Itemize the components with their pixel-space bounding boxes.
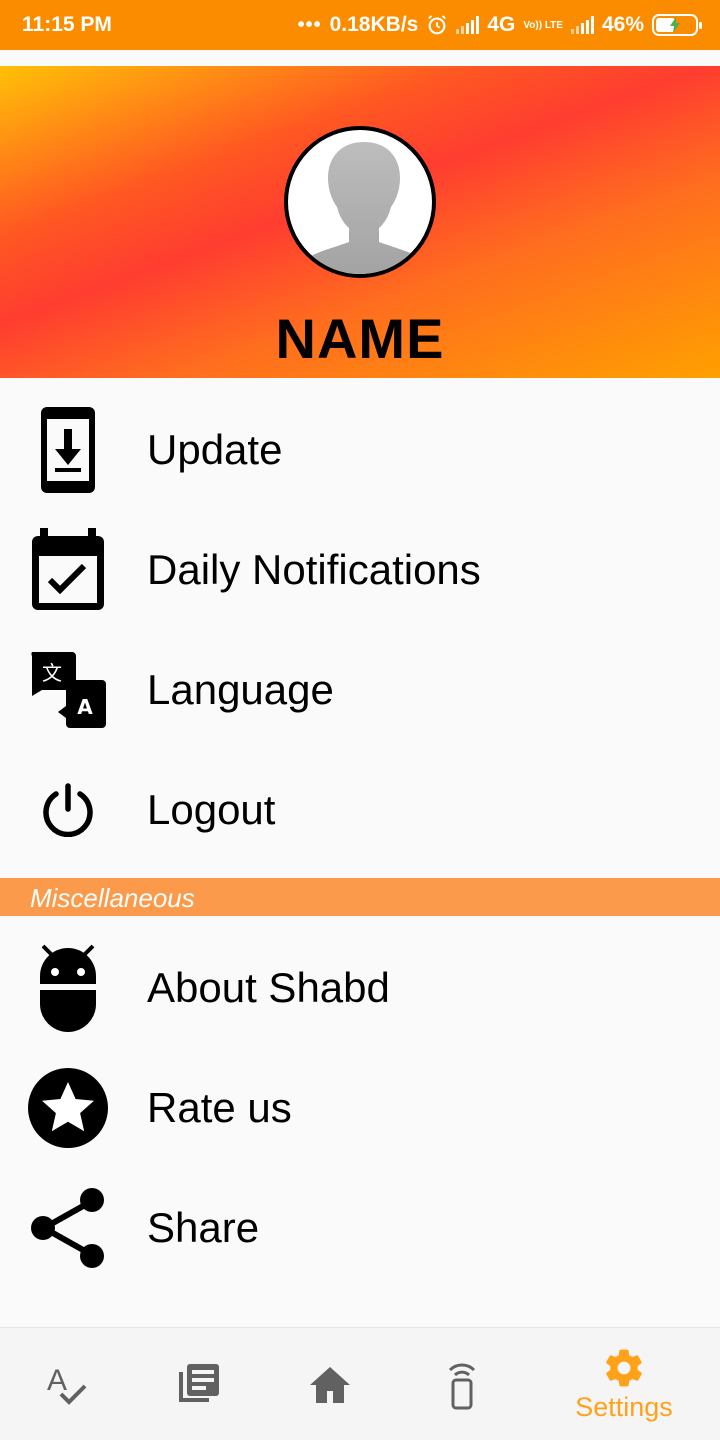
library-icon [179, 1363, 219, 1402]
menu-item-share[interactable]: Share [0, 1168, 720, 1288]
translate-icon: 文A [28, 644, 108, 736]
menu-item-label: Share [147, 1204, 260, 1251]
battery-icon [652, 14, 702, 36]
menu-item-update[interactable]: Update [0, 390, 720, 510]
nav-item-settings[interactable]: Settings [564, 1328, 684, 1440]
nav-item-broadcast[interactable] [402, 1328, 522, 1440]
svg-text:A: A [47, 1364, 67, 1397]
phone-download-icon [28, 404, 108, 496]
star-icon [28, 1062, 108, 1154]
bottom-navigation: A Settings [0, 1327, 720, 1440]
menu-item-label: Rate us [147, 1084, 292, 1131]
profile-header: NAME [0, 66, 720, 378]
network-type: 4G [487, 13, 516, 36]
menu-item-about[interactable]: About Shabd [0, 928, 720, 1048]
home-icon [310, 1366, 350, 1403]
network-speed: 0.18KB/s [329, 13, 419, 36]
menu-item-label: Daily Notifications [147, 546, 481, 593]
menu-item-label: Language [147, 666, 334, 713]
nav-item-spellcheck[interactable]: A [8, 1328, 128, 1440]
nav-item-home[interactable] [270, 1328, 390, 1440]
profile-name: NAME [275, 307, 445, 370]
menu-item-language[interactable]: 文A Language [0, 630, 720, 750]
signal-icon [456, 16, 480, 34]
menu-item-daily-notifications[interactable]: Daily Notifications [0, 510, 720, 630]
status-dots: ••• [297, 13, 322, 36]
volte-icon: Vo)) LTE [523, 19, 563, 31]
nav-item-library[interactable] [138, 1328, 258, 1440]
phone-broadcast-icon [448, 1363, 476, 1409]
menu-item-label: Logout [147, 786, 276, 833]
status-right: ••• 0.18KB/s 4G Vo)) LTE 46% [297, 13, 702, 37]
settings-gear-icon [606, 1349, 642, 1387]
android-icon [28, 942, 108, 1034]
status-time: 11:15 PM [22, 13, 112, 36]
calendar-check-icon [28, 524, 108, 616]
share-icon [28, 1182, 108, 1274]
avatar[interactable] [284, 126, 436, 278]
menu-item-label: About Shabd [147, 964, 390, 1011]
menu-item-logout[interactable]: Logout [0, 750, 720, 870]
menu-item-rate-us[interactable]: Rate us [0, 1048, 720, 1168]
section-header-miscellaneous: Miscellaneous [0, 878, 720, 916]
menu-item-label: Update [147, 426, 283, 473]
battery-percent: 46% [601, 13, 644, 36]
spellcheck-icon: A [47, 1364, 87, 1405]
svg-text:文: 文 [42, 661, 62, 685]
signal-icon-2 [570, 16, 594, 34]
avatar-placeholder-icon [305, 142, 423, 274]
nav-label-settings: Settings [575, 1392, 673, 1422]
svg-text:A: A [77, 695, 93, 719]
status-bar: 11:15 PM ••• 0.18KB/s 4G Vo)) LTE 46% [0, 0, 720, 50]
alarm-icon [428, 15, 447, 35]
power-icon [28, 764, 108, 856]
